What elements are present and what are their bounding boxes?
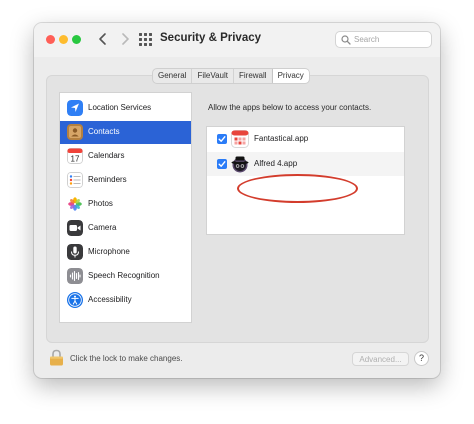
close-window-button[interactable] bbox=[46, 35, 55, 44]
minimize-window-button[interactable] bbox=[59, 35, 68, 44]
tab-firewall[interactable]: Firewall bbox=[234, 69, 273, 83]
alfred-checkbox[interactable] bbox=[217, 159, 227, 169]
app-name: Fantastical.app bbox=[254, 134, 309, 143]
tab-bar: General FileVault Firewall Privacy bbox=[152, 68, 310, 84]
tab-general[interactable]: General bbox=[153, 69, 193, 83]
title-bar: Security & Privacy bbox=[34, 23, 440, 57]
sidebar-item-accessibility[interactable]: Accessibility bbox=[60, 289, 191, 312]
location-arrow-icon bbox=[67, 100, 83, 116]
security-privacy-window: Security & Privacy General FileVault Fir… bbox=[34, 23, 440, 378]
help-button[interactable]: ? bbox=[414, 351, 429, 366]
tab-filevault[interactable]: FileVault bbox=[192, 69, 234, 83]
sidebar-item-calendars[interactable]: 17 Calendars bbox=[60, 145, 191, 168]
sidebar-item-label: Contacts bbox=[88, 127, 120, 136]
lock-icon[interactable] bbox=[49, 349, 64, 366]
reminders-list-icon bbox=[67, 172, 83, 188]
fantastical-calendar-icon bbox=[231, 130, 249, 148]
sidebar-item-label: Camera bbox=[88, 223, 117, 232]
show-all-grid-icon[interactable] bbox=[139, 33, 152, 46]
search-input[interactable] bbox=[354, 33, 428, 46]
sidebar-item-label: Photos bbox=[88, 199, 113, 208]
sidebar-item-location-services[interactable]: Location Services bbox=[60, 97, 191, 120]
sidebar-item-label: Speech Recognition bbox=[88, 271, 160, 280]
lock-instruction: Click the lock to make changes. bbox=[70, 354, 183, 363]
microphone-icon bbox=[67, 244, 83, 260]
checkmark-icon bbox=[218, 161, 226, 167]
sidebar-item-label: Calendars bbox=[88, 151, 125, 160]
permission-instruction: Allow the apps below to access your cont… bbox=[208, 103, 372, 112]
advanced-button[interactable]: Advanced... bbox=[352, 352, 409, 366]
app-row-fantastical: Fantastical.app bbox=[207, 127, 404, 151]
waveform-icon bbox=[67, 268, 83, 284]
calendar-day-number: 17 bbox=[71, 154, 80, 163]
checkmark-icon bbox=[218, 136, 226, 142]
privacy-category-list: Location Services Contacts 17 Calendars bbox=[59, 92, 192, 323]
sidebar-item-speech-recognition[interactable]: Speech Recognition bbox=[60, 265, 191, 288]
fantastical-checkbox[interactable] bbox=[217, 134, 227, 144]
alfred-hat-icon bbox=[231, 156, 249, 173]
contacts-book-icon bbox=[67, 124, 83, 140]
search-icon bbox=[341, 35, 351, 45]
accessibility-person-icon bbox=[67, 292, 83, 308]
photos-flower-icon bbox=[67, 196, 83, 212]
sidebar-item-label: Microphone bbox=[88, 247, 130, 256]
sidebar-item-label: Reminders bbox=[88, 175, 127, 184]
app-row-alfred: Alfred 4.app bbox=[207, 152, 404, 176]
sidebar-item-label: Location Services bbox=[88, 103, 152, 112]
camera-icon bbox=[67, 220, 83, 236]
search-field[interactable] bbox=[335, 31, 432, 48]
app-name: Alfred 4.app bbox=[254, 159, 298, 168]
sidebar-item-camera[interactable]: Camera bbox=[60, 217, 191, 240]
back-arrow-icon[interactable] bbox=[95, 31, 111, 47]
sidebar-item-reminders[interactable]: Reminders bbox=[60, 169, 191, 192]
sidebar-item-contacts[interactable]: Contacts bbox=[60, 121, 191, 144]
calendar-icon: 17 bbox=[67, 148, 83, 164]
window-title: Security & Privacy bbox=[160, 32, 262, 44]
sidebar-item-label: Accessibility bbox=[88, 295, 132, 304]
sidebar-item-microphone[interactable]: Microphone bbox=[60, 241, 191, 264]
tab-privacy[interactable]: Privacy bbox=[272, 69, 309, 83]
forward-arrow-icon[interactable] bbox=[117, 31, 133, 47]
sidebar-item-photos[interactable]: Photos bbox=[60, 193, 191, 216]
zoom-window-button[interactable] bbox=[72, 35, 81, 44]
app-permission-list: Fantastical.app Alfred 4.app bbox=[206, 126, 405, 235]
